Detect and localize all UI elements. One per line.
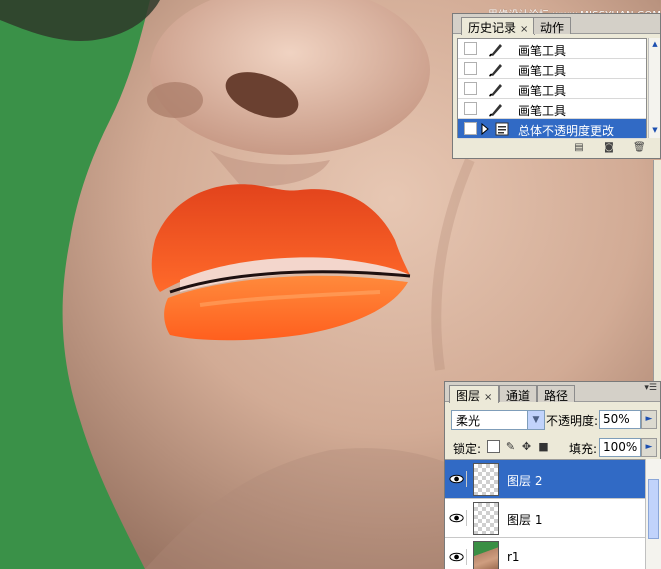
history-item[interactable]: 画笔工具 xyxy=(458,99,646,119)
layer-row[interactable]: r1 xyxy=(445,538,645,569)
fill-label: 填充: xyxy=(569,442,598,456)
history-step-icon xyxy=(495,122,509,136)
tab-history[interactable]: 历史记录 × xyxy=(461,17,536,35)
tab-channels[interactable]: 通道 xyxy=(499,385,538,403)
tab-channels-label: 通道 xyxy=(506,389,531,403)
tab-actions[interactable]: 动作 xyxy=(533,17,572,35)
lock-label: 锁定: xyxy=(453,442,482,456)
history-scrollbar[interactable]: ▲ ▼ xyxy=(648,38,660,138)
brush-icon xyxy=(489,44,502,57)
tab-actions-label: 动作 xyxy=(540,21,565,35)
lock-transparency-icon[interactable] xyxy=(487,440,500,453)
opacity-value: 50% xyxy=(603,412,630,426)
history-item-label: 画笔工具 xyxy=(518,64,567,78)
layer-thumbnail xyxy=(473,463,499,496)
blend-mode-select[interactable]: 柔光 ▼ xyxy=(451,410,545,430)
history-item[interactable]: 画笔工具 xyxy=(458,59,646,79)
history-item-label: 总体不透明度更改 xyxy=(518,124,615,138)
history-item-label: 画笔工具 xyxy=(518,84,567,98)
layers-scrollbar[interactable] xyxy=(645,459,661,569)
new-snapshot-icon[interactable]: ◙ xyxy=(603,142,615,153)
trash-icon[interactable]: 🗑 xyxy=(633,142,646,153)
tab-layers[interactable]: 图层 × xyxy=(449,385,500,403)
tab-close-icon[interactable]: × xyxy=(520,24,528,35)
tab-paths-label: 路径 xyxy=(544,389,569,403)
history-footer: ▤ ◙ 🗑 xyxy=(453,138,660,158)
right-window-edge xyxy=(653,160,661,381)
fill-field[interactable]: 100% xyxy=(599,438,641,457)
history-snapshot-checkbox[interactable] xyxy=(464,102,477,115)
fill-value: 100% xyxy=(603,440,638,454)
history-item-label: 画笔工具 xyxy=(518,104,567,118)
history-list: 画笔工具 画笔工具 画笔工具 画笔工具 总体不透明度更改 xyxy=(457,38,647,139)
tab-paths[interactable]: 路径 xyxy=(537,385,576,403)
layer-thumbnail xyxy=(473,502,499,535)
lock-position-icon[interactable]: ✥ xyxy=(520,440,533,453)
history-snapshot-checkbox[interactable] xyxy=(464,42,477,55)
tab-layers-label: 图层 xyxy=(456,389,481,403)
scroll-down-icon[interactable]: ▼ xyxy=(650,126,660,136)
fill-slider-arrow-icon[interactable]: ► xyxy=(641,438,657,457)
visibility-eye-icon[interactable] xyxy=(449,471,467,487)
history-item[interactable]: 画笔工具 xyxy=(458,39,646,59)
history-item-selected[interactable]: 总体不透明度更改 xyxy=(458,119,646,139)
blend-mode-value: 柔光 xyxy=(456,414,481,428)
layer-row[interactable]: 图层 1 xyxy=(445,499,645,538)
layer-list: 图层 2 图层 1 r1 xyxy=(445,459,645,569)
layer-name: r1 xyxy=(507,550,520,564)
brush-icon xyxy=(489,104,502,117)
history-item-label: 画笔工具 xyxy=(518,44,567,58)
tab-close-icon[interactable]: × xyxy=(484,392,492,403)
tab-history-label: 历史记录 xyxy=(468,21,517,35)
layer-name: 图层 2 xyxy=(507,474,543,488)
panel-menu-icon[interactable]: ▾☰ xyxy=(644,383,657,393)
visibility-eye-icon[interactable] xyxy=(449,549,467,565)
history-snapshot-checkbox[interactable] xyxy=(464,122,477,135)
layer-thumbnail-photo xyxy=(473,541,499,569)
layer-row-selected[interactable]: 图层 2 xyxy=(445,460,645,499)
scroll-thumb[interactable] xyxy=(648,479,659,539)
layers-panel: 图层 × 通道 路径 ▾☰ 柔光 ▼ 不透明度: 50% ► 锁定: ✎ ✥ ■ … xyxy=(444,381,661,569)
opacity-label: 不透明度: xyxy=(546,414,599,428)
new-document-from-state-icon[interactable]: ▤ xyxy=(573,142,585,153)
history-snapshot-checkbox[interactable] xyxy=(464,62,477,75)
visibility-eye-icon[interactable] xyxy=(449,510,467,526)
opacity-field[interactable]: 50% xyxy=(599,410,641,429)
brush-icon xyxy=(489,64,502,77)
history-panel: 历史记录 × 动作 画笔工具 画笔工具 画笔工具 画笔工具 总体不透明度更改 ▲… xyxy=(452,13,661,159)
history-panel-tabs: 历史记录 × 动作 xyxy=(453,14,660,35)
lock-all-icon[interactable]: ■ xyxy=(537,440,550,453)
layers-panel-tabs: 图层 × 通道 路径 ▾☰ xyxy=(445,382,660,403)
lock-image-icon[interactable]: ✎ xyxy=(504,440,517,453)
chevron-down-icon[interactable]: ▼ xyxy=(527,411,544,429)
history-snapshot-checkbox[interactable] xyxy=(464,82,477,95)
opacity-slider-arrow-icon[interactable]: ► xyxy=(641,410,657,429)
layer-name: 图层 1 xyxy=(507,513,543,527)
history-item[interactable]: 画笔工具 xyxy=(458,79,646,99)
brush-icon xyxy=(489,84,502,97)
scroll-up-icon[interactable]: ▲ xyxy=(650,40,660,50)
